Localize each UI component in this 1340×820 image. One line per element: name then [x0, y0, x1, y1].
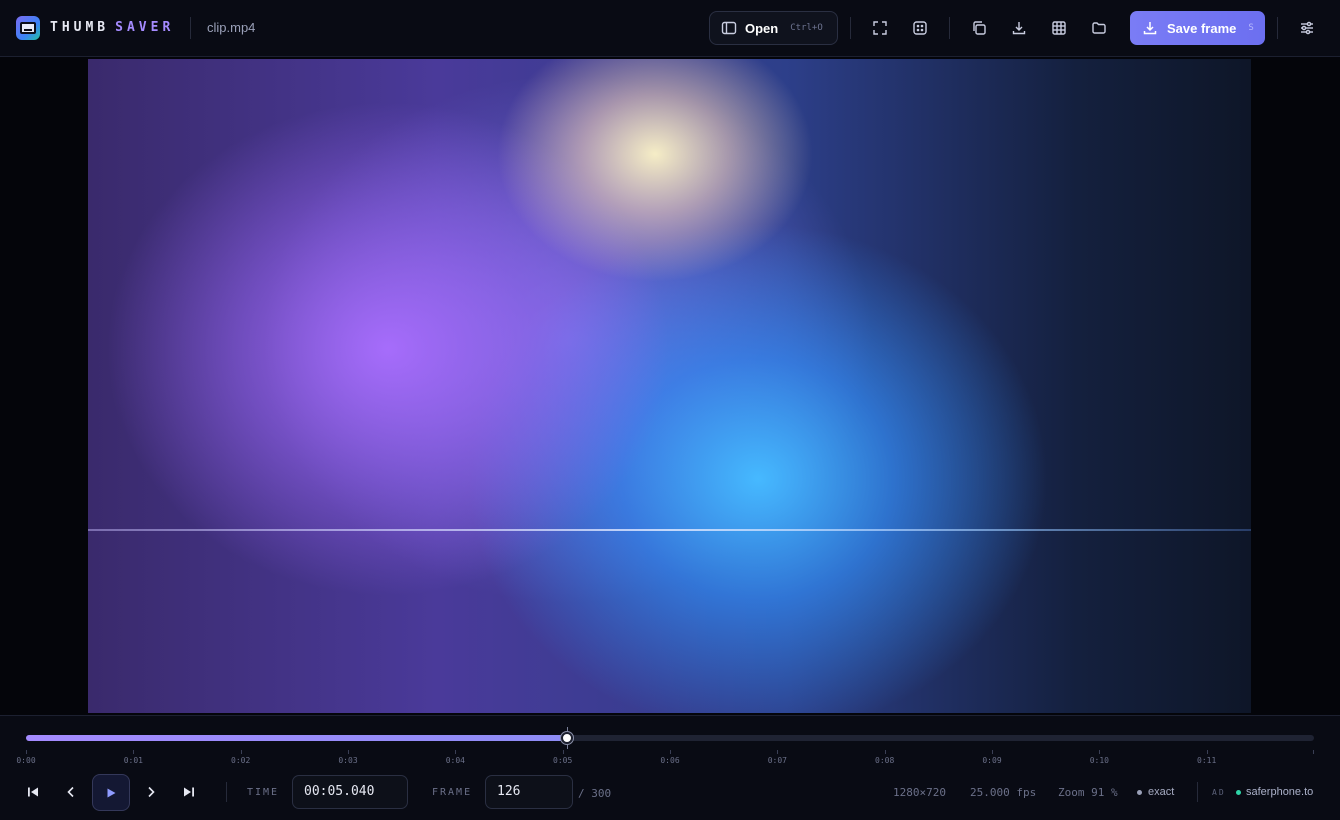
next-frame-button[interactable] [139, 782, 163, 802]
ad-link[interactable]: saferphone.to [1236, 786, 1313, 798]
timeline-tick-label: 0:06 [660, 756, 680, 765]
brand-thumb: THUMB [50, 20, 110, 35]
horizon-line [88, 529, 1251, 531]
open-shortcut: Ctrl+O [790, 23, 823, 33]
timeline-tick [1206, 750, 1208, 754]
time-label: TIME [247, 787, 280, 798]
timeline-tick-label: 0:00 [16, 756, 36, 765]
timeline-tick [562, 750, 564, 754]
timeline-tick-label: 0:03 [338, 756, 358, 765]
ad-link-text: saferphone.to [1246, 786, 1314, 798]
grid-dots-icon [913, 21, 927, 35]
timeline-tick [1313, 750, 1314, 754]
skip-start-icon [28, 787, 38, 797]
safe-area-button[interactable] [908, 16, 932, 40]
timeline-tick-label: 0:10 [1089, 756, 1109, 765]
chevron-left-icon [67, 786, 74, 798]
play-icon [107, 788, 116, 797]
timeline-tick-label: 0:01 [123, 756, 143, 765]
resolution-readout: 1280×720 [893, 786, 946, 799]
divider [850, 17, 851, 39]
settings-button[interactable] [1295, 16, 1319, 40]
divider [190, 17, 191, 39]
brand-saver: SAVER [115, 20, 175, 35]
timeline-tick [777, 750, 779, 754]
grid-button[interactable] [1047, 16, 1071, 40]
seek-mode-label: exact [1148, 786, 1175, 798]
status-dot [1137, 789, 1142, 795]
ad-dot [1236, 789, 1241, 795]
divider [226, 782, 227, 802]
frame-total: / 300 [578, 787, 612, 800]
timeline-tick [133, 750, 135, 754]
open-label: Open [745, 20, 779, 36]
frame-label: FRAME [432, 787, 473, 798]
fullscreen-icon [873, 21, 887, 35]
monitor-icon [20, 22, 36, 34]
download-icon [1143, 22, 1157, 35]
timeline-tick [1099, 750, 1101, 754]
divider [949, 17, 950, 39]
copy-frame-button[interactable] [967, 16, 991, 40]
timeline-tick-label: 0:02 [231, 756, 251, 765]
skip-end-icon [184, 787, 194, 797]
save-frame-button[interactable]: Save frame S [1130, 11, 1265, 45]
frame-input[interactable]: 126 [485, 775, 573, 809]
download-button[interactable] [1007, 16, 1031, 40]
sliders-icon [1301, 21, 1313, 35]
time-input[interactable]: 00:05.040 [292, 775, 408, 809]
playhead-handle[interactable] [560, 732, 573, 744]
timeline-tick-label: 0:08 [875, 756, 895, 765]
first-frame-button[interactable] [21, 782, 45, 802]
prev-frame-button[interactable] [59, 782, 83, 802]
timeline-tick [884, 750, 886, 754]
timeline-tick [26, 750, 27, 754]
divider [1197, 782, 1198, 802]
download-icon [1012, 22, 1026, 35]
video-viewer [0, 57, 1340, 715]
timeline-ticks: 0:00 0:01 0:02 0:03 0:04 0:05 0:06 0:07 0:08 0:09… [0, 716, 1340, 776]
timeline-tick-label: 0:11 [1197, 756, 1217, 765]
play-button[interactable] [92, 774, 130, 811]
video-frame [88, 59, 1251, 713]
panel-icon [721, 21, 737, 35]
folder-icon [1092, 22, 1106, 34]
timeline-tick-label: 0:05 [553, 756, 573, 765]
top-bar: THUMB SAVER clip.mp4 Open Ctrl+O Save fr… [0, 0, 1340, 57]
copy-icon [973, 21, 986, 35]
chevron-right-icon [148, 786, 155, 798]
timeline-tick-label: 0:07 [767, 756, 787, 765]
timeline-tick [348, 750, 349, 754]
open-button[interactable]: Open Ctrl+O [709, 11, 838, 45]
divider [1277, 17, 1278, 39]
folder-button[interactable] [1087, 16, 1111, 40]
file-name: clip.mp4 [207, 20, 256, 35]
timeline-tick-label: 0:04 [445, 756, 465, 765]
timeline-tick [992, 750, 993, 754]
timeline-tick [455, 750, 457, 754]
timeline-tick-label: 0:09 [982, 756, 1002, 765]
timeline-tick [240, 750, 242, 754]
bottom-bar: 0:00 0:01 0:02 0:03 0:04 0:05 0:06 0:07 0:08 0:09… [0, 715, 1340, 820]
save-frame-label: Save frame [1167, 20, 1237, 36]
zoom-readout: Zoom 91 % [1058, 786, 1118, 799]
fullscreen-button[interactable] [868, 16, 892, 40]
timeline-tick [670, 750, 671, 754]
table-icon [1052, 21, 1066, 35]
ad-label: AD [1212, 788, 1226, 797]
brand-name: THUMB SAVER [50, 20, 174, 35]
app-logo [16, 16, 40, 40]
seek-mode-badge: exact [1137, 786, 1174, 798]
fps-readout: 25.000 fps [970, 786, 1037, 799]
save-frame-shortcut: S [1248, 23, 1254, 33]
last-frame-button[interactable] [177, 782, 201, 802]
